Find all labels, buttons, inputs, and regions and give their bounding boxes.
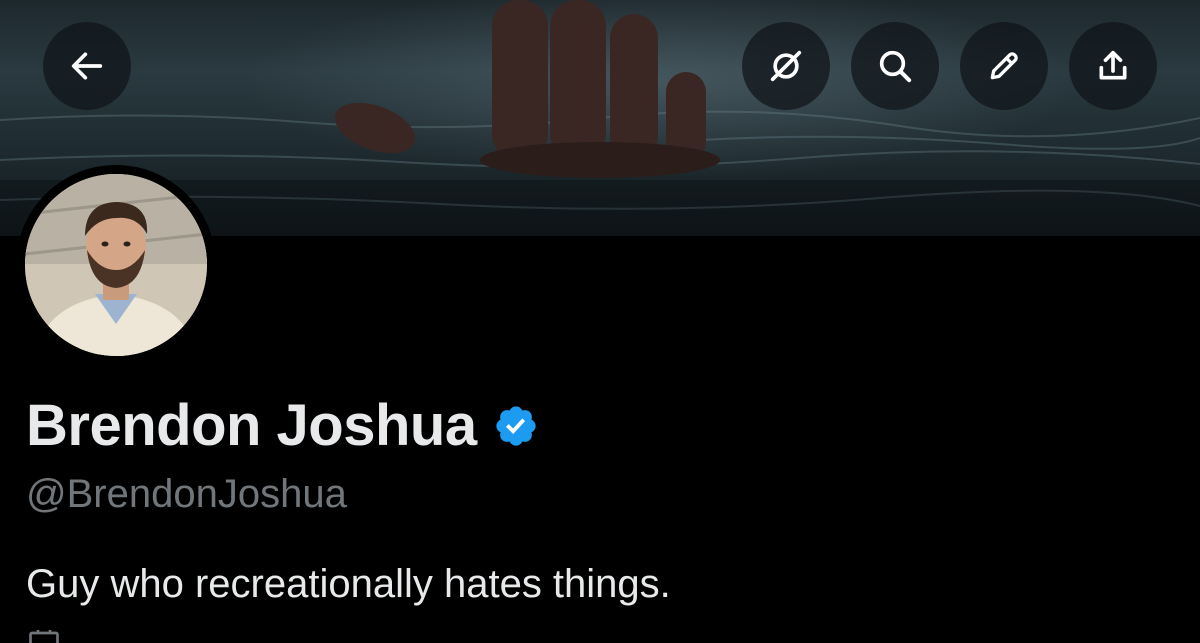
business-icon bbox=[29, 630, 59, 643]
edit-button[interactable] bbox=[960, 22, 1048, 110]
back-button[interactable] bbox=[43, 22, 131, 110]
username-handle: @BrendonJoshua bbox=[26, 472, 347, 516]
share-button[interactable] bbox=[1069, 22, 1157, 110]
avatar[interactable] bbox=[16, 165, 216, 365]
profile-bio: Guy who recreationally hates things. bbox=[26, 562, 671, 606]
name-row: Brendon Joshua bbox=[26, 392, 539, 459]
profile-photo bbox=[25, 174, 207, 356]
pencil-icon bbox=[990, 52, 1018, 80]
grok-icon bbox=[770, 50, 802, 82]
search-icon bbox=[879, 50, 912, 83]
profile-meta-row bbox=[26, 630, 426, 643]
verified-badge-icon[interactable] bbox=[493, 403, 539, 449]
profile-photo-image bbox=[25, 174, 207, 356]
grok-button[interactable] bbox=[742, 22, 830, 110]
arrow-left-icon bbox=[71, 52, 103, 80]
search-button[interactable] bbox=[851, 22, 939, 110]
share-icon bbox=[1099, 50, 1127, 80]
display-name: Brendon Joshua bbox=[26, 393, 477, 458]
